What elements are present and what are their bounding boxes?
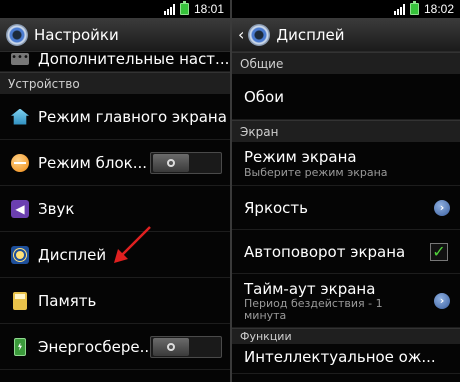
action-bar[interactable]: ‹ Дисплей [232,18,460,52]
page-title: Настройки [34,25,119,44]
settings-item-label: Режим блок... [38,153,147,172]
power-saving-icon [10,337,30,357]
settings-item-power-saving[interactable]: Энергосбере... [0,324,230,370]
display-item-autorotate[interactable]: Автоповорот экрана ✓ [232,230,460,274]
status-bar: 18:01 [0,0,230,18]
display-item-wallpaper[interactable]: Обои [232,74,460,120]
storage-icon [10,291,30,311]
display-item-label: Обои [244,87,284,106]
power-saving-toggle[interactable] [150,335,222,358]
settings-item-more[interactable]: ••• Дополнительные наст... [0,46,230,72]
red-pointer-arrow-icon [114,226,151,263]
home-screen-icon [10,107,30,127]
display-item-sublabel: Выберите режим экрана [244,166,388,179]
signal-icon [163,3,175,15]
display-item-label: Автоповорот экрана [244,242,406,261]
display-item-label: Режим экрана [244,148,357,166]
chevron-right-icon: › [434,292,450,309]
back-arrow-icon[interactable]: ‹ [238,25,244,44]
display-item-brightness[interactable]: Яркость › [232,186,460,230]
sound-icon: ◀ [10,199,30,219]
settings-gear-icon [248,23,271,46]
settings-item-label: Режим главного экрана [38,107,227,126]
toggle-off-icon [153,153,189,172]
settings-item-label: Дисплей [38,245,107,264]
settings-item-home-screen[interactable]: Режим главного экрана [0,94,230,140]
status-bar: 18:02 [232,0,460,18]
display-item-label: Тайм-аут экрана [244,279,376,298]
battery-icon [409,1,419,15]
settings-item-storage[interactable]: Память [0,278,230,324]
settings-gear-icon [6,23,28,46]
settings-screen: 18:01 Настройки ••• Дополнительные наст.… [0,0,230,382]
battery-icon [179,1,189,15]
settings-item-lock-screen[interactable]: Режим блок... [0,140,230,186]
display-item-smart-stay[interactable]: Интеллектуальное ож... [232,344,460,374]
section-header-screen: Экран [232,120,460,142]
display-item-screen-mode[interactable]: Режим экрана Выберите режим экрана [232,142,460,186]
settings-item-label: Энергосбере... [38,337,154,356]
section-header-functions: Функции [232,328,460,344]
more-dots-icon: ••• [11,51,29,65]
signal-icon [393,3,405,15]
autorotate-checkbox[interactable]: ✓ [430,242,448,261]
section-header-general: Общие [232,52,460,74]
display-icon [10,245,30,265]
lock-screen-icon [10,153,30,173]
display-item-label: Интеллектуальное ож... [244,348,436,366]
toggle-off-icon [153,337,189,356]
display-item-screen-timeout[interactable]: Тайм-аут экрана Период бездействия - 1 м… [232,274,460,328]
display-item-label: Яркость [244,198,309,217]
display-item-sublabel: Период бездействия - 1 минута [244,297,383,322]
lock-screen-toggle[interactable] [150,151,222,174]
settings-item-label: Дополнительные наст... [38,49,230,68]
page-title: Дисплей [276,25,345,44]
status-time: 18:02 [423,2,454,16]
chevron-right-icon: › [434,199,450,216]
settings-item-label: Звук [38,199,75,218]
status-time: 18:01 [193,2,224,16]
display-settings-screen: 18:02 ‹ Дисплей Общие Обои Экран Режим э… [230,0,460,382]
settings-item-label: Память [38,291,97,310]
section-header-device: Устройство [0,72,230,94]
